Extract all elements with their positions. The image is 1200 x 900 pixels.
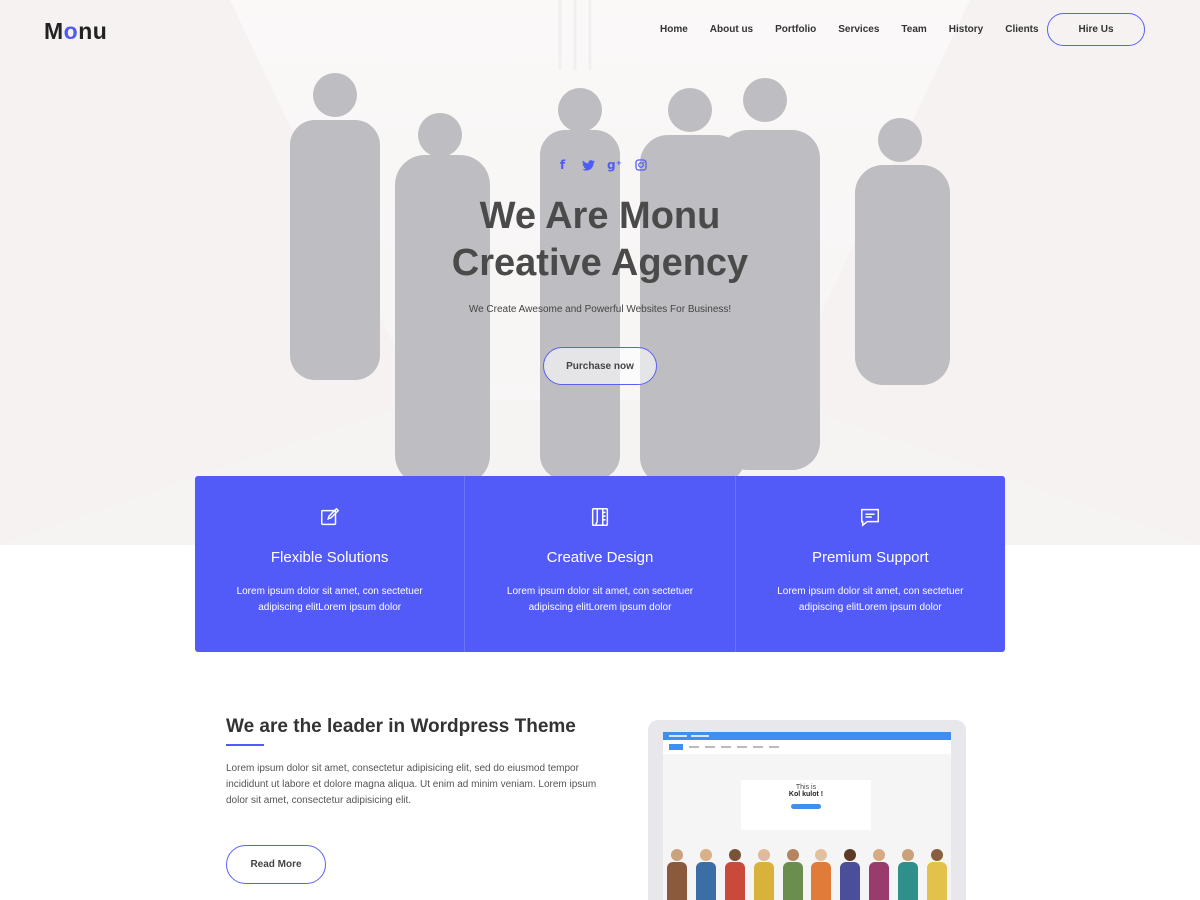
hero-title-line1: We Are Monu: [479, 195, 721, 237]
logo-text: M: [44, 18, 64, 44]
hero-subtitle: We Create Awesome and Powerful Websites …: [468, 304, 732, 315]
logo-text: nu: [78, 18, 108, 44]
twitter-icon[interactable]: [582, 158, 595, 172]
feature-text-line: Lorem ipsum dolor sit amet, con sectetue…: [506, 586, 694, 597]
feature-title: Flexible Solutions: [270, 549, 389, 566]
feature-card-support: Premium Support Lorem ipsum dolor sit am…: [736, 476, 1005, 652]
mockup-card-text: This is: [795, 784, 817, 791]
feature-text: Lorem ipsum dolor sit amet, con sectetue…: [195, 584, 464, 616]
about-text: Lorem ipsum dolor sit amet, consectetur …: [226, 763, 597, 806]
feature-card-creative: Creative Design Lorem ipsum dolor sit am…: [465, 476, 736, 652]
social-links: f g⁺: [556, 158, 647, 172]
mockup-screen: This is Kol kulot !: [663, 732, 951, 900]
purchase-now-button[interactable]: Purchase now: [543, 347, 657, 385]
nav-item-clients[interactable]: Clients: [1005, 24, 1038, 35]
nav-item-history[interactable]: History: [949, 24, 983, 35]
google-plus-icon[interactable]: g⁺: [607, 158, 622, 172]
nav-item-home[interactable]: Home: [660, 24, 688, 35]
hire-us-button[interactable]: Hire Us: [1047, 13, 1145, 46]
feature-text: Lorem ipsum dolor sit amet, con sectetue…: [465, 584, 734, 616]
mockup-hero-card: This is Kol kulot !: [741, 780, 871, 830]
hero-title-line2: Creative Agency: [451, 242, 749, 284]
feature-title: Premium Support: [811, 549, 929, 566]
edit-icon: [320, 507, 339, 526]
mockup-topbar: [663, 732, 951, 740]
read-more-button[interactable]: Read More: [226, 845, 326, 884]
feature-card-flexible: Flexible Solutions Lorem ipsum dolor sit…: [195, 476, 466, 652]
feature-title: Creative Design: [546, 549, 654, 566]
nav-item-about[interactable]: About us: [710, 24, 753, 35]
main-nav: Home About us Portfolio Services Team Hi…: [660, 24, 1061, 35]
site-logo[interactable]: Monu: [44, 18, 107, 45]
feature-text-line: adipiscing elitLorem ipsum dolor: [258, 602, 402, 613]
feature-text-line: adipiscing elitLorem ipsum dolor: [798, 602, 942, 613]
laptop-mockup-image: This is Kol kulot !: [648, 720, 966, 900]
facebook-icon[interactable]: f: [556, 158, 569, 172]
instagram-icon[interactable]: [634, 158, 647, 172]
feature-text-line: Lorem ipsum dolor sit amet, con sectetue…: [236, 586, 423, 597]
feature-text-line: Lorem ipsum dolor sit amet, con sectetue…: [777, 586, 964, 597]
nav-item-portfolio[interactable]: Portfolio: [775, 24, 816, 35]
about-title: We are the leader in Wordpress Theme: [226, 716, 576, 737]
hero-title: We Are Monu Creative Agency: [0, 193, 1200, 287]
chat-icon: [861, 508, 880, 527]
mockup-card-title: Kol kulot !: [788, 791, 824, 798]
mockup-crowd-image: [663, 842, 951, 900]
pencil-ruler-icon: [591, 508, 609, 526]
nav-item-services[interactable]: Services: [838, 24, 879, 35]
logo-accent-letter: o: [63, 18, 79, 44]
mockup-nav: [663, 740, 951, 754]
title-underline: [226, 744, 264, 746]
feature-text: Lorem ipsum dolor sit amet, con sectetue…: [736, 584, 1005, 616]
nav-item-team[interactable]: Team: [901, 24, 926, 35]
mockup-card-button: [791, 804, 821, 809]
features-panel: Flexible Solutions Lorem ipsum dolor sit…: [195, 476, 1005, 652]
feature-text-line: adipiscing elitLorem ipsum dolor: [528, 602, 672, 613]
